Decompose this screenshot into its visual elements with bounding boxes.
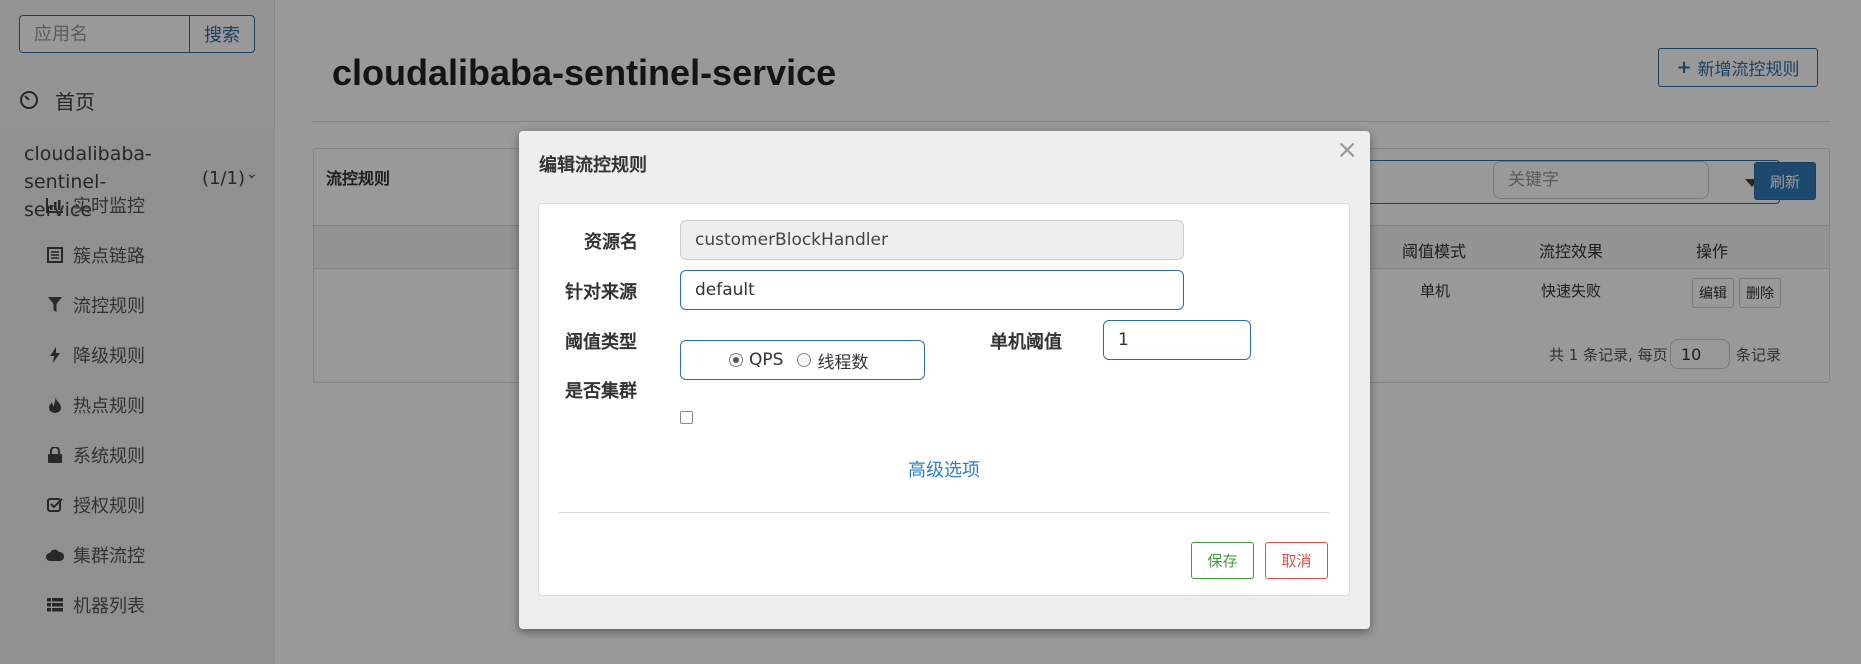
edit-flow-rule-dialog: 编辑流控规则 × 资源名 针对来源 阈值类型 QPS 线程数 单机阈值 是否集群… (519, 131, 1370, 629)
resource-name-label: 资源名 (584, 232, 638, 253)
cluster-mode-label: 是否集群 (565, 381, 637, 402)
dialog-body: 资源名 针对来源 阈值类型 QPS 线程数 单机阈值 是否集群 高级选项 保存 … (538, 203, 1350, 596)
threshold-type-label: 阈值类型 (565, 332, 637, 353)
resource-name-field (680, 220, 1184, 260)
close-icon[interactable]: × (1336, 137, 1358, 163)
radio-unchecked[interactable] (797, 353, 812, 367)
dialog-title: 编辑流控规则 (539, 155, 647, 176)
limit-app-field[interactable] (680, 270, 1184, 310)
divider (558, 512, 1330, 513)
cluster-mode-checkbox[interactable] (680, 411, 693, 424)
radio-label: 线程数 (817, 352, 869, 373)
limit-app-label: 针对来源 (565, 282, 637, 303)
cancel-button[interactable]: 取消 (1265, 542, 1328, 579)
threshold-type-qps[interactable]: QPS (729, 350, 783, 370)
single-threshold-label: 单机阈值 (990, 332, 1062, 353)
save-button[interactable]: 保存 (1191, 542, 1254, 579)
radio-checked[interactable] (729, 353, 743, 367)
threshold-type-radio-group: QPS 线程数 (680, 340, 925, 380)
radio-label: QPS (749, 350, 784, 370)
advanced-options-link[interactable]: 高级选项 (539, 456, 1349, 482)
single-threshold-field[interactable] (1103, 320, 1251, 360)
threshold-type-thread[interactable]: 线程数 (797, 348, 868, 373)
